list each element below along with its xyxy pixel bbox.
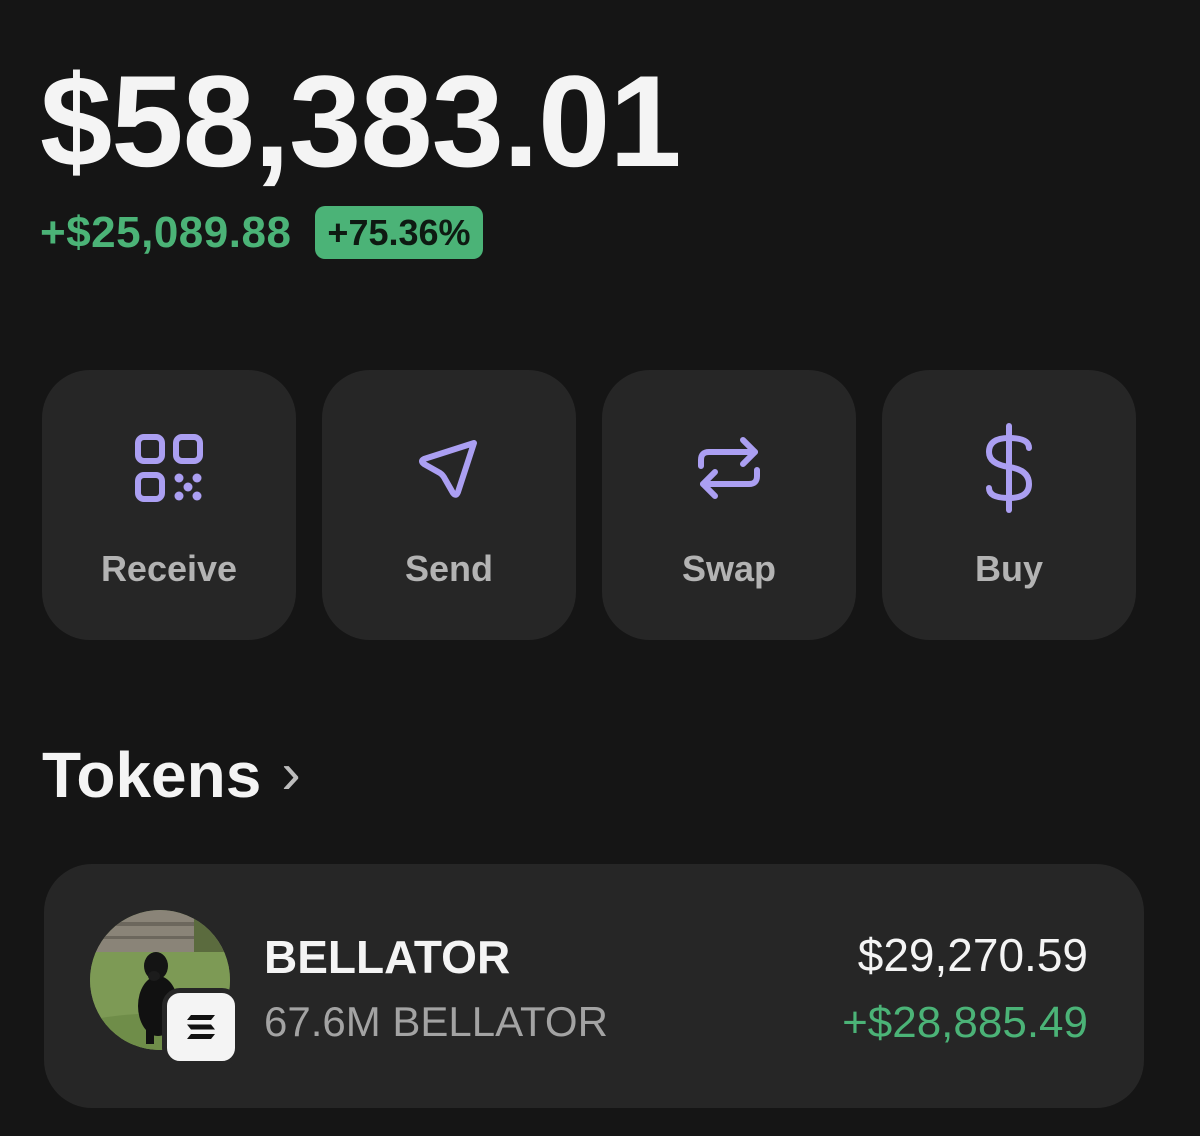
token-pnl: +$28,885.49 xyxy=(842,998,1088,1047)
send-label: Send xyxy=(404,548,493,589)
send-arrow-icon xyxy=(407,426,491,510)
action-buttons: Receive Send Swap Buy xyxy=(42,370,1136,640)
dollar-icon xyxy=(967,423,1051,513)
token-avatar-wrap xyxy=(90,910,240,1066)
change-percent-badge: +75.36% xyxy=(315,206,483,260)
portfolio-balance: $58,383.01 xyxy=(40,48,682,194)
portfolio-change: +$25,089.88 +75.36% xyxy=(40,206,483,260)
send-button[interactable]: Send xyxy=(322,370,576,640)
buy-label: Buy xyxy=(974,548,1043,589)
receive-label: Receive xyxy=(100,548,238,589)
tokens-title: Tokens xyxy=(42,739,262,811)
qr-code-icon xyxy=(127,426,211,510)
swap-button[interactable]: Swap xyxy=(602,370,856,640)
solana-icon xyxy=(162,988,240,1066)
token-row-bellator[interactable]: BELLATOR 67.6M BELLATOR $29,270.59 +$28,… xyxy=(44,864,1144,1108)
buy-button[interactable]: Buy xyxy=(882,370,1136,640)
change-amount: +$25,089.88 xyxy=(40,207,292,257)
chevron-right-icon: › xyxy=(281,740,301,806)
token-value: $29,270.59 xyxy=(857,929,1088,981)
tokens-section-link[interactable]: Tokens › xyxy=(42,738,301,812)
swap-label: Swap xyxy=(681,548,777,589)
receive-button[interactable]: Receive xyxy=(42,370,296,640)
token-amount: 67.6M BELLATOR xyxy=(264,998,608,1045)
swap-arrows-icon xyxy=(687,426,771,510)
token-name: BELLATOR xyxy=(264,931,511,983)
